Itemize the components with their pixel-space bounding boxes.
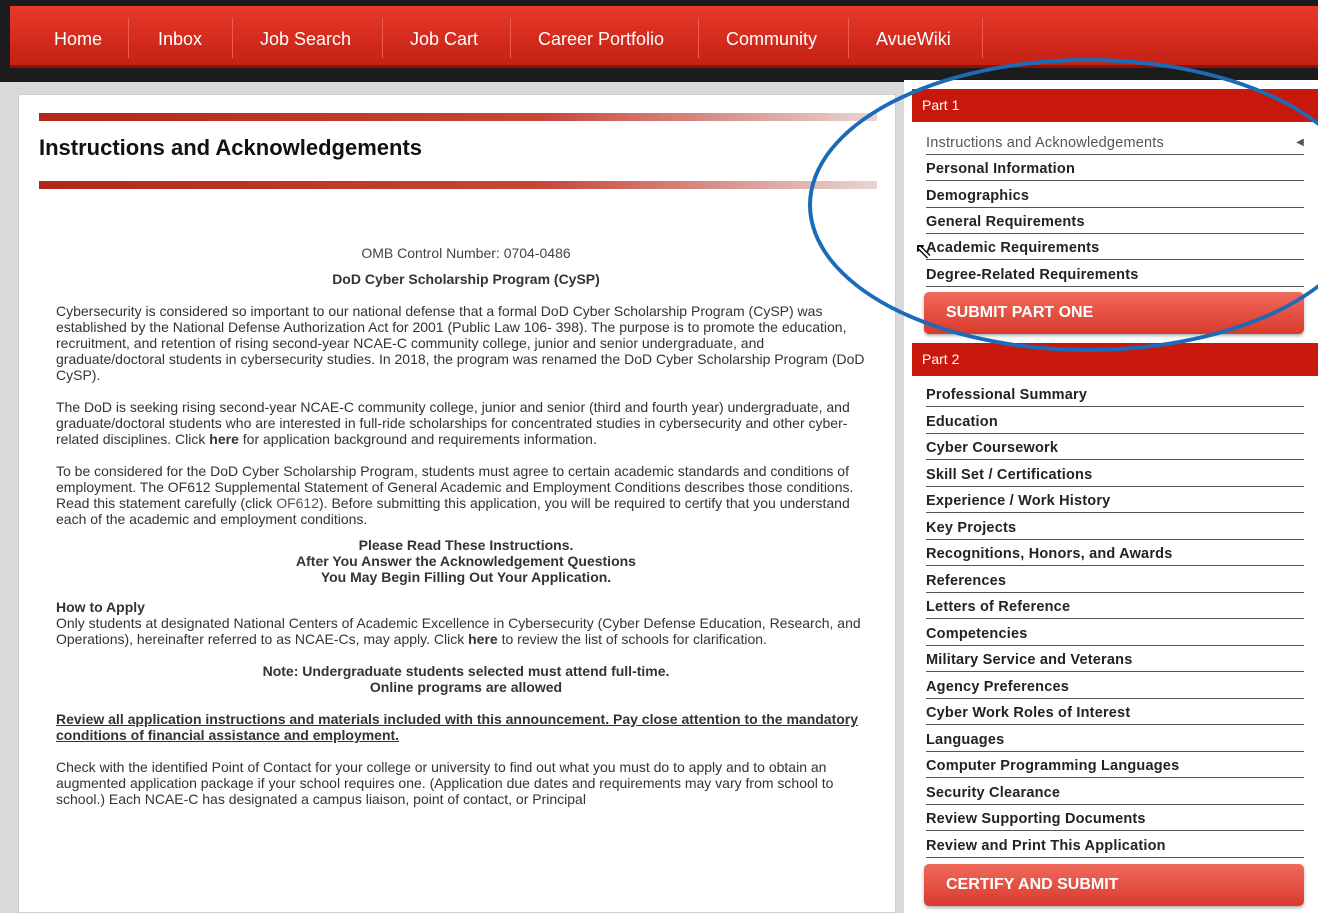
sidebar-item-cyber-coursework[interactable]: Cyber Coursework [926,437,1304,460]
sidebar-item-programming-languages[interactable]: Computer Programming Languages [926,755,1304,778]
nav-job-search[interactable]: Job Search [260,6,351,68]
instructions-body: OMB Control Number: 0704-0486 DoD Cyber … [56,245,876,807]
sidebar-item-military-service[interactable]: Military Service and Veterans [926,649,1304,672]
title-bar-top [39,113,877,121]
nav-job-cart[interactable]: Job Cart [410,6,478,68]
of612-paragraph: To be considered for the DoD Cyber Schol… [56,463,854,527]
contact-paragraph: Check with the identified Point of Conta… [56,759,834,807]
sidebar-item-experience[interactable]: Experience / Work History [926,490,1304,513]
sidebar-item-security-clearance[interactable]: Security Clearance [926,782,1304,805]
certify-and-submit-button[interactable]: CERTIFY AND SUBMIT [924,864,1304,906]
nav-community[interactable]: Community [726,6,817,68]
nav-career-portfolio[interactable]: Career Portfolio [538,6,664,68]
nav-home[interactable]: Home [54,6,102,68]
top-bar: Home Inbox Job Search Job Cart Career Po… [0,0,1318,82]
title-bar-bottom [39,181,877,189]
part2-header: Part 2 [912,343,1318,376]
review-notice: Review all application instructions and … [56,711,859,743]
omb-number: OMB Control Number: 0704-0486 [361,245,571,261]
sidebar-item-academic-requirements[interactable]: Academic Requirements [926,237,1304,260]
notice-line-3: You May Begin Filling Out Your Applicati… [320,569,612,585]
how-to-apply-heading: How to Apply [56,599,145,615]
sidebar-item-review-documents[interactable]: Review Supporting Documents [926,808,1304,831]
note-line-1: Note: Undergraduate students selected mu… [262,663,670,679]
sidebar-item-review-print[interactable]: Review and Print This Application [926,835,1304,858]
nav-separator [232,18,233,58]
nav-separator [510,18,511,58]
sidebar-item-cyber-work-roles[interactable]: Cyber Work Roles of Interest [926,702,1304,725]
sidebar-item-personal-information[interactable]: Personal Information [926,158,1304,181]
sidebar-item-skill-set[interactable]: Skill Set / Certifications [926,464,1304,487]
notice-line-2: After You Answer the Acknowledgement Que… [296,553,636,569]
mouse-pointer-icon: ⇖ [914,238,933,263]
sidebar-item-recognitions[interactable]: Recognitions, Honors, and Awards [926,543,1304,566]
nav-separator [982,18,983,58]
sidebar-item-general-requirements[interactable]: General Requirements [926,211,1304,234]
sidebar-item-professional-summary[interactable]: Professional Summary [926,384,1304,407]
sidebar-item-degree-related-requirements[interactable]: Degree-Related Requirements [926,264,1304,287]
sidebar-item-competencies[interactable]: Competencies [926,623,1304,646]
nav-separator [128,18,129,58]
main-nav: Home Inbox Job Search Job Cart Career Po… [10,6,1318,68]
nav-avuewiki[interactable]: AvueWiki [876,6,951,68]
of612-link[interactable]: OF612 [276,495,319,511]
nav-separator [382,18,383,58]
part1-header: Part 1 [912,89,1318,122]
how-to-apply-text: Only students at designated National Cen… [56,615,861,647]
sidebar-item-key-projects[interactable]: Key Projects [926,517,1304,540]
seeking-paragraph: The DoD is seeking rising second-year NC… [56,399,850,447]
caret-left-icon: ◀ [1296,137,1304,148]
nav-inbox[interactable]: Inbox [158,6,202,68]
submit-part-one-button[interactable]: SUBMIT PART ONE [924,292,1304,334]
notice-line-1: Please Read These Instructions. [358,537,574,553]
background-link[interactable]: here [209,431,239,447]
note-line-2: Online programs are allowed [369,679,563,695]
sidebar-item-languages[interactable]: Languages [926,729,1304,752]
program-name: DoD Cyber Scholarship Program (CySP) [332,271,600,287]
sidebar-item-instructions[interactable]: Instructions and Acknowledgements ◀ [926,132,1304,155]
page-title: Instructions and Acknowledgements [39,135,423,160]
nav-separator [698,18,699,58]
sidebar-item-demographics[interactable]: Demographics [926,185,1304,208]
main-content: Instructions and Acknowledgements OMB Co… [18,94,896,913]
sidebar-item-letters-of-reference[interactable]: Letters of Reference [926,596,1304,619]
sidebar-item-education[interactable]: Education [926,411,1304,434]
intro-paragraph: Cybersecurity is considered so important… [56,303,865,383]
nav-separator [848,18,849,58]
application-sidebar: Part 1 Instructions and Acknowledgements… [904,80,1318,913]
sidebar-item-agency-preferences[interactable]: Agency Preferences [926,676,1304,699]
sidebar-item-references[interactable]: References [926,570,1304,593]
schools-link[interactable]: here [468,631,498,647]
